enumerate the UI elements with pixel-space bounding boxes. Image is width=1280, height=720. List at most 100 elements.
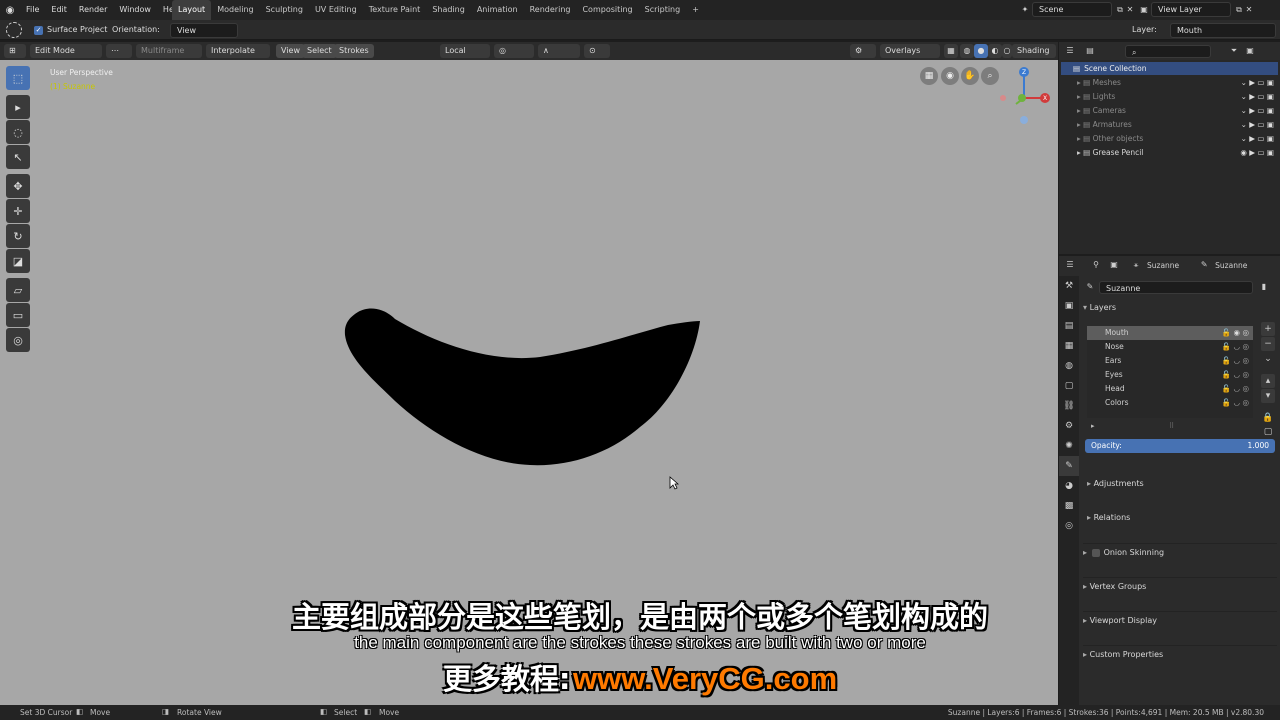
adjustments-subpanel[interactable]: ▸ Adjustments bbox=[1087, 475, 1275, 492]
new-scene-icon[interactable]: ⧉ bbox=[1115, 5, 1125, 15]
tab-scripting[interactable]: Scripting bbox=[639, 0, 687, 20]
modifiers-tab-icon[interactable]: ⚙ bbox=[1059, 416, 1079, 436]
shading-solid-icon[interactable]: ● bbox=[974, 44, 988, 58]
menu-window[interactable]: Window bbox=[113, 0, 157, 20]
tab-uv-editing[interactable]: UV Editing bbox=[309, 0, 363, 20]
constraints-tab-icon[interactable]: ⛓ bbox=[1059, 396, 1079, 416]
move-layer-down-button[interactable]: ▾ bbox=[1261, 389, 1275, 403]
shading-material-icon[interactable]: ◐ bbox=[988, 44, 1002, 58]
data-tab-icon[interactable]: ✎ bbox=[1059, 456, 1079, 476]
pivot-icon[interactable]: ◎ bbox=[494, 44, 534, 58]
shading-wire-icon[interactable]: ◍ bbox=[960, 44, 974, 58]
view-layer-icon[interactable]: ▣ bbox=[1139, 5, 1149, 15]
move-tool-icon[interactable]: ✛ bbox=[6, 199, 30, 223]
add-workspace-button[interactable]: + bbox=[686, 0, 705, 20]
tab-animation[interactable]: Animation bbox=[471, 0, 524, 20]
layer-toggle-icons[interactable]: 🔓 ◡ ◎ bbox=[1222, 368, 1249, 382]
visibility-icons[interactable]: ⌄ ▶ ▭ ▣ bbox=[1241, 132, 1274, 146]
layer-mask-icon[interactable]: ▢ bbox=[1261, 425, 1275, 439]
tool-tab-icon[interactable]: ⚒ bbox=[1059, 276, 1079, 296]
tab-sculpting[interactable]: Sculpting bbox=[260, 0, 309, 20]
filter-icon[interactable]: ⏷ bbox=[1229, 46, 1239, 56]
output-tab-icon[interactable]: ▤ bbox=[1059, 316, 1079, 336]
tab-texture-paint[interactable]: Texture Paint bbox=[363, 0, 427, 20]
relations-subpanel[interactable]: ▸ Relations bbox=[1087, 509, 1275, 526]
layer-toggle-icons[interactable]: 🔓 ◡ ◎ bbox=[1222, 382, 1249, 396]
rotate-tool-icon[interactable]: ↻ bbox=[6, 224, 30, 248]
layer-list-expand-icon[interactable]: ▸ bbox=[1091, 422, 1095, 430]
tab-layout[interactable]: Layout bbox=[172, 0, 212, 20]
gizmo-toggle-icon[interactable]: ⚙ bbox=[850, 44, 876, 58]
shading-rendered-icon[interactable]: ○ bbox=[1002, 44, 1012, 58]
pan-hand-icon[interactable]: ✋ bbox=[961, 67, 979, 85]
layer-toggle-icons[interactable]: 🔓 ◡ ◎ bbox=[1222, 354, 1249, 368]
scene-field[interactable]: Scene bbox=[1032, 2, 1112, 17]
outliner-editor-icon[interactable]: ☰ bbox=[1065, 46, 1075, 56]
overlays-dropdown[interactable]: Overlays bbox=[880, 44, 940, 58]
blender-logo-icon[interactable]: ◉ bbox=[0, 5, 20, 16]
layers-list[interactable]: Mouth 🔓 ◉ ◎ Nose 🔓 ◡ ◎ Ears 🔓 ◡ ◎ Eyes 🔓… bbox=[1087, 326, 1253, 418]
xray-icon[interactable]: ▦ bbox=[944, 44, 958, 58]
scene-icon[interactable]: ✦ bbox=[1020, 5, 1030, 15]
layer-row-nose[interactable]: Nose 🔓 ◡ ◎ bbox=[1087, 340, 1253, 354]
outliner-item-lights[interactable]: ▸ ▤ Lights ⌄ ▶ ▭ ▣ bbox=[1059, 90, 1280, 104]
lock-layers-icon[interactable]: 🔒 bbox=[1261, 411, 1275, 425]
mouth-stroke-shape[interactable] bbox=[340, 305, 705, 470]
onion-skinning-panel[interactable]: ▸ Onion Skinning bbox=[1083, 543, 1277, 560]
new-collection-icon[interactable]: ▣ bbox=[1245, 46, 1255, 56]
physics-tab-icon[interactable]: ◎ bbox=[1059, 516, 1079, 536]
remove-layer-button[interactable]: − bbox=[1261, 337, 1275, 351]
display-mode-icon[interactable]: ▤ bbox=[1085, 46, 1095, 56]
new-view-layer-icon[interactable]: ⧉ bbox=[1234, 5, 1244, 15]
3d-viewport[interactable]: User Perspective (1) Suzanne ▦ ◉ ✋ ⌕ Z X… bbox=[0, 60, 1058, 705]
multiframe-toggle[interactable]: Multiframe bbox=[136, 44, 202, 58]
perspective-toggle-icon[interactable]: ▦ bbox=[920, 67, 938, 85]
menu-edit[interactable]: Edit bbox=[45, 0, 73, 20]
menu-file[interactable]: File bbox=[20, 0, 45, 20]
cursor-tool-icon[interactable] bbox=[6, 22, 22, 38]
visibility-icons[interactable]: ⌄ ▶ ▭ ▣ bbox=[1241, 118, 1274, 132]
outliner-item-meshes[interactable]: ▸ ▤ Meshes ⌄ ▶ ▭ ▣ bbox=[1059, 76, 1280, 90]
delete-view-layer-icon[interactable]: ✕ bbox=[1244, 5, 1254, 15]
select-tool-icon[interactable]: ⬚ bbox=[6, 66, 30, 90]
tab-compositing[interactable]: Compositing bbox=[576, 0, 638, 20]
tab-rendering[interactable]: Rendering bbox=[524, 0, 577, 20]
snap-icon[interactable]: ∧ bbox=[538, 44, 580, 58]
opacity-slider[interactable]: Opacity: 1.000 bbox=[1085, 439, 1275, 453]
vertex-groups-panel[interactable]: ▸ Vertex Groups bbox=[1083, 577, 1277, 594]
visibility-icons[interactable]: ⌄ ▶ ▭ ▣ bbox=[1241, 104, 1274, 118]
shear-tool-icon[interactable]: ▭ bbox=[6, 303, 30, 327]
shading-dropdown[interactable]: Shading bbox=[1012, 44, 1056, 58]
texture-tab-icon[interactable]: ▩ bbox=[1059, 496, 1079, 516]
scale-tool-icon[interactable]: ◪ bbox=[6, 249, 30, 273]
layer-toggle-icons[interactable]: 🔓 ◉ ◎ bbox=[1222, 326, 1249, 340]
outliner-item-other-objects[interactable]: ▸ ▤ Other objects ⌄ ▶ ▭ ▣ bbox=[1059, 132, 1280, 146]
mode-dropdown[interactable]: Edit Mode bbox=[30, 44, 102, 58]
visibility-icons[interactable]: ⌄ ▶ ▭ ▣ bbox=[1241, 76, 1274, 90]
onion-checkbox[interactable] bbox=[1091, 548, 1100, 557]
view-layer-tab-icon[interactable]: ▦ bbox=[1059, 336, 1079, 356]
bend-tool-icon[interactable]: ▱ bbox=[6, 278, 30, 302]
visibility-icons[interactable]: ◉ ▶ ▭ ▣ bbox=[1240, 146, 1274, 160]
tab-shading[interactable]: Shading bbox=[426, 0, 471, 20]
layer-row-head[interactable]: Head 🔓 ◡ ◎ bbox=[1087, 382, 1253, 396]
move-layer-up-button[interactable]: ▴ bbox=[1261, 374, 1275, 388]
effects-tab-icon[interactable]: ✺ bbox=[1059, 436, 1079, 456]
select-box-tool-icon[interactable]: ▸ bbox=[6, 95, 30, 119]
add-layer-button[interactable]: + bbox=[1261, 322, 1275, 336]
scene-collection-row[interactable]: ▤ Scene Collection bbox=[1061, 62, 1278, 75]
select-lasso-tool-icon[interactable]: ↖ bbox=[6, 145, 30, 169]
layer-toggle-icons[interactable]: 🔓 ◡ ◎ bbox=[1222, 340, 1249, 354]
list-resize-handle[interactable]: ⠿ bbox=[1169, 422, 1174, 430]
pin-icon[interactable]: ⚲ bbox=[1091, 260, 1101, 270]
tab-modeling[interactable]: Modeling bbox=[211, 0, 259, 20]
layer-toggle-icons[interactable]: 🔓 ◡ ◎ bbox=[1222, 396, 1249, 410]
gp-data-name-field[interactable]: Suzanne bbox=[1099, 280, 1253, 294]
outliner-item-grease-pencil[interactable]: ▸ ▤ Grease Pencil ◉ ▶ ▭ ▣ bbox=[1059, 146, 1280, 160]
view-menu[interactable]: View bbox=[276, 44, 305, 58]
proportional-icon[interactable]: ⊙ bbox=[584, 44, 610, 58]
layers-panel-header[interactable]: ▾ Layers bbox=[1083, 299, 1277, 316]
viewport-display-panel[interactable]: ▸ Viewport Display bbox=[1083, 611, 1277, 628]
menu-render[interactable]: Render bbox=[73, 0, 113, 20]
layer-row-eyes[interactable]: Eyes 🔓 ◡ ◎ bbox=[1087, 368, 1253, 382]
